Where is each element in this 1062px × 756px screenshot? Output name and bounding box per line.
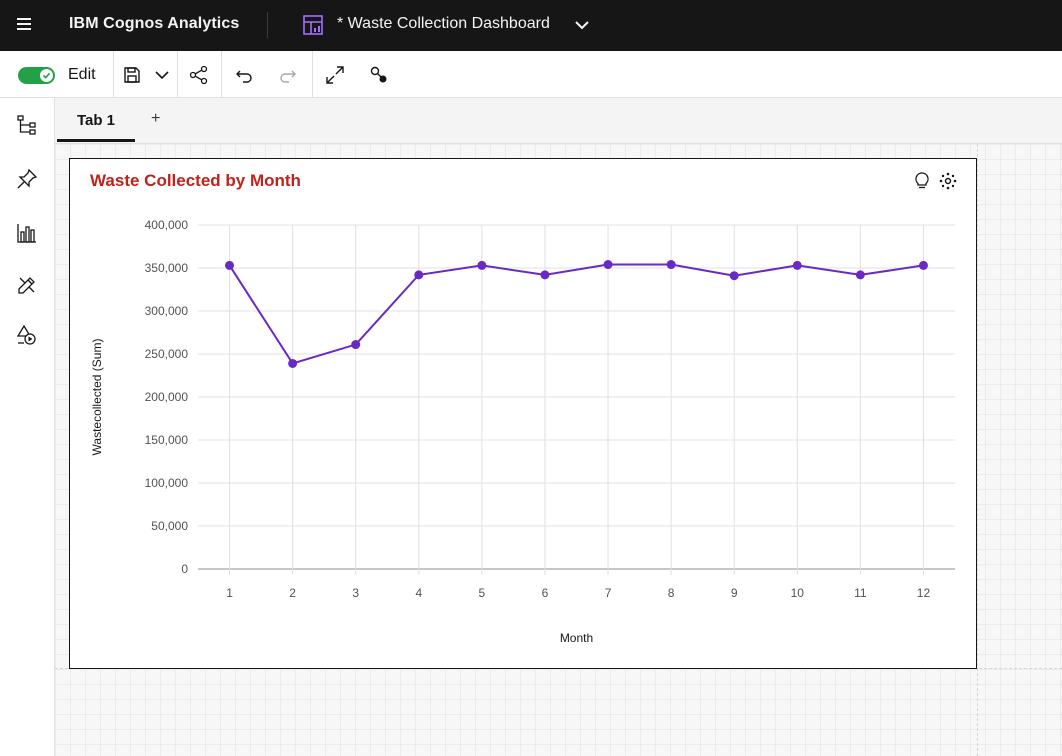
data-point	[855, 270, 865, 280]
x-tick-label: 2	[289, 586, 296, 600]
x-tick-label: 1	[226, 586, 233, 600]
widget-title: Waste Collected by Month	[90, 171, 301, 190]
maximize-icon[interactable]	[325, 65, 345, 85]
dashboard-title[interactable]: * Waste Collection Dashboard	[337, 15, 550, 33]
settings-dots-icon[interactable]	[938, 171, 958, 191]
lightbulb-icon[interactable]	[912, 171, 932, 191]
share-icon[interactable]	[189, 65, 209, 85]
data-point	[603, 260, 613, 270]
x-tick-label: 9	[731, 586, 738, 600]
shapes-play-icon[interactable]	[16, 324, 38, 346]
data-point	[288, 358, 298, 368]
hamburger-menu-icon[interactable]	[17, 15, 35, 35]
y-tick-label: 400,000	[145, 218, 189, 232]
y-tick-label: 200,000	[145, 390, 189, 404]
tab-1[interactable]: Tab 1	[57, 98, 135, 142]
chevron-down-icon[interactable]	[573, 16, 591, 34]
x-tick-label: 6	[542, 586, 549, 600]
line-chart: 0 50,000 100,000 150,000 200,000 250,000 300,0…	[90, 218, 955, 645]
tab-bar: Tab 1 +	[55, 98, 1062, 144]
toolbar-divider	[177, 51, 178, 97]
data-point	[477, 260, 487, 270]
x-tick-label: 8	[668, 586, 675, 600]
data-point	[540, 270, 550, 280]
pin-icon[interactable]	[16, 168, 38, 190]
add-tab-button[interactable]: +	[151, 110, 160, 128]
toggle-knob	[40, 69, 53, 82]
left-rail	[0, 98, 55, 756]
chart-widget[interactable]: 0 50,000 100,000 150,000 200,000 250,000 300,0…	[69, 158, 977, 669]
x-axis-title: Month	[560, 631, 593, 645]
checkmark-icon	[42, 72, 51, 79]
x-tick-label: 7	[605, 586, 612, 600]
x-tick-label: 11	[854, 586, 867, 600]
hierarchy-icon[interactable]	[16, 114, 38, 136]
dashboard-icon	[303, 15, 323, 35]
redo-icon[interactable]	[278, 65, 298, 85]
tools-icon[interactable]	[16, 274, 38, 296]
top-header: IBM Cognos Analytics * Waste Collection …	[0, 0, 1062, 51]
data-point	[351, 340, 361, 350]
data-point	[414, 270, 424, 280]
toolbar-divider	[312, 51, 313, 97]
y-axis-title: Wastecollected (Sum)	[90, 339, 104, 456]
x-tick-label: 3	[352, 586, 359, 600]
edit-toggle[interactable]	[18, 67, 55, 84]
x-tick-label: 5	[479, 586, 486, 600]
y-tick-label: 350,000	[145, 261, 189, 275]
toolbar: Edit	[0, 51, 1062, 98]
data-point	[729, 271, 739, 281]
toolbar-divider	[221, 51, 222, 97]
y-tick-label: 100,000	[145, 476, 189, 490]
undo-icon[interactable]	[234, 65, 254, 85]
x-tick-label: 12	[917, 586, 931, 600]
y-tick-label: 50,000	[151, 519, 188, 533]
data-point	[918, 260, 928, 270]
edit-label: Edit	[68, 66, 96, 83]
y-tick-label: 150,000	[145, 433, 189, 447]
header-divider	[267, 12, 268, 38]
toolbar-divider	[113, 51, 114, 97]
y-tick-label: 300,000	[145, 304, 189, 318]
chevron-down-icon[interactable]	[152, 65, 172, 85]
y-tick-label: 250,000	[145, 347, 189, 361]
data-point	[225, 260, 235, 270]
connect-icon[interactable]	[369, 65, 389, 85]
x-tick-label: 4	[415, 586, 422, 600]
data-point	[666, 260, 676, 270]
app-brand: IBM Cognos Analytics	[69, 15, 240, 32]
grid-guide	[977, 144, 978, 756]
x-tick-label: 10	[791, 586, 805, 600]
y-tick-label: 0	[181, 562, 188, 576]
series-line	[228, 263, 924, 365]
save-icon[interactable]	[122, 65, 142, 85]
data-point	[792, 260, 802, 270]
chart-bar-icon[interactable]	[16, 222, 38, 244]
